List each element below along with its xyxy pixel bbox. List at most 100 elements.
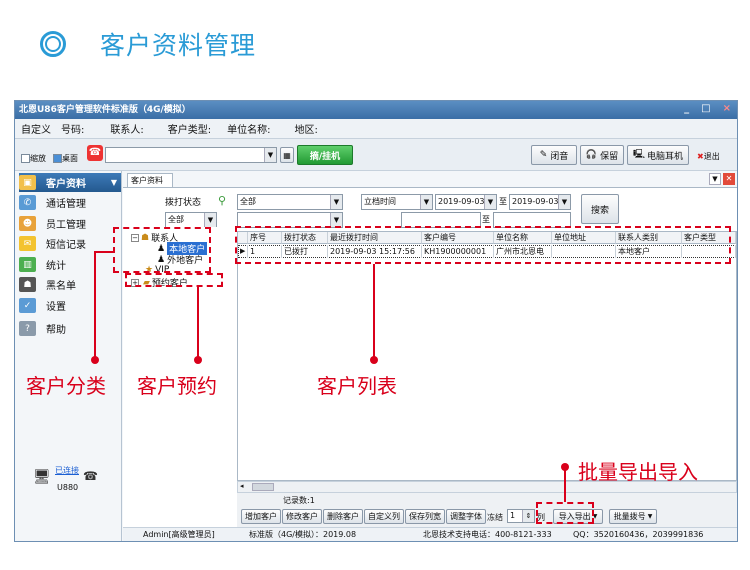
category-select[interactable]: 全部 ▼: [165, 212, 217, 228]
sidebar-item-help[interactable]: ? 帮助: [19, 319, 121, 338]
help-icon: ?: [19, 321, 36, 336]
pc-headset-button[interactable]: 🖳 电脑耳机: [627, 145, 689, 165]
keypad-button[interactable]: ▦: [280, 147, 294, 163]
window-title: 北恩U86客户管理软件标准版（4G/模拟）: [19, 105, 191, 115]
time-field-select[interactable]: 立档时间 ▼: [361, 194, 433, 210]
phone-icon: ☎: [83, 469, 98, 483]
calls-icon: ✆: [19, 195, 36, 210]
blacklist-icon: ☗: [19, 277, 36, 292]
chevron-down-icon: ▼: [712, 175, 718, 183]
staff-icon: ☻: [19, 216, 36, 231]
freeze-columns-stepper[interactable]: 1 ⇕: [507, 509, 535, 523]
to-label: 至: [499, 197, 507, 206]
toolbar: 缩放 桌面 ☎ ▼ ▦ 摘/挂机 ✎ 闭音 🎧 保留 🖳 电脑耳机 ✖退出: [15, 139, 737, 171]
search-button[interactable]: 搜索: [581, 194, 619, 224]
close-icon: ✖: [697, 152, 704, 161]
dial-status-select[interactable]: 全部 ▼: [237, 194, 343, 210]
number-input[interactable]: ▼: [105, 147, 277, 163]
device-model: U880: [57, 483, 79, 492]
close-button[interactable]: ×: [723, 103, 731, 114]
field-contact: 联系人:: [110, 125, 144, 136]
sidebar: ▣ 客户资料 ▼ ✆ 通话管理 ☻ 员工管理 ✉ 短信记录 ▥ 统计 ☗ 黑名单…: [15, 171, 122, 541]
page-title: 客户资料管理: [100, 31, 257, 60]
annotation-appointment: 客户预约: [137, 374, 217, 398]
desktop-toggle[interactable]: 桌面: [53, 153, 78, 164]
window-controls: _ □ ×: [684, 103, 731, 114]
chart-icon: ▥: [19, 257, 36, 272]
batch-highlight: [536, 502, 594, 524]
category-highlight: [113, 227, 211, 273]
tab-close-button[interactable]: ✕: [723, 173, 735, 185]
field-number: 号码:: [61, 125, 85, 136]
pointer-dot: [561, 463, 569, 471]
chevron-down-icon: ▼: [647, 513, 653, 520]
pointer-line: [564, 467, 566, 502]
zoom-toggle[interactable]: 缩放: [21, 153, 46, 164]
support-qq: QQ：3520160436，2039991836: [573, 530, 704, 539]
pointer-line: [94, 251, 96, 359]
minimize-button[interactable]: _: [684, 103, 689, 114]
page-heading: 客户资料管理: [40, 24, 256, 64]
sidebar-item-blacklist[interactable]: ☗ 黑名单: [19, 275, 121, 294]
current-user: Admin[高级管理员]: [143, 530, 215, 539]
list-highlight: [235, 226, 731, 264]
pointer-line: [373, 264, 375, 359]
checkbox-icon: [53, 154, 62, 163]
freeze-label: 冻结: [487, 513, 503, 522]
sidebar-item-stats[interactable]: ▥ 统计: [19, 255, 121, 274]
phone-icon: ☎: [87, 145, 103, 161]
close-icon: ✕: [725, 174, 733, 183]
sidebar-item-settings[interactable]: ✓ 设置: [19, 296, 121, 315]
sidebar-item-calls[interactable]: ✆ 通话管理: [19, 193, 121, 212]
info-field-row: 自定义 号码: 联系人: 客户类型: 单位名称: 地区:: [15, 119, 737, 139]
maximize-button[interactable]: □: [701, 103, 710, 114]
pointer-dot: [91, 356, 99, 364]
date-to-input[interactable]: 2019-09-03 ▼: [509, 194, 571, 210]
computer-icon: 🖥: [33, 469, 51, 485]
tab-dropdown-button[interactable]: ▼: [709, 173, 721, 185]
sidebar-item-customers[interactable]: ▣ 客户资料 ▼: [19, 173, 121, 192]
computer-icon: 🖳: [632, 150, 645, 160]
batch-dial-button[interactable]: 批量拨号 ▼: [609, 509, 657, 524]
annotation-batch: 批量导出导入: [578, 460, 698, 484]
adjust-font-button[interactable]: 调整字体: [446, 509, 486, 524]
chevron-down-icon: ▼: [110, 178, 117, 187]
status-bar: Admin[高级管理员] 标准版（4G/模拟）：2019.08 北恩技术支持电话…: [123, 527, 737, 541]
tab-customers[interactable]: 客户资料: [127, 173, 173, 188]
mute-button[interactable]: ✎ 闭音: [531, 145, 577, 165]
window-titlebar: 北恩U86客户管理软件标准版（4G/模拟）: [15, 101, 737, 119]
circle-icon: [40, 31, 66, 57]
annotation-list: 客户列表: [317, 374, 397, 398]
pointer-dot: [370, 356, 378, 364]
sidebar-item-staff[interactable]: ☻ 员工管理: [19, 214, 121, 233]
pointer-dot: [194, 356, 202, 364]
scroll-thumb[interactable]: [252, 483, 274, 491]
add-customer-button[interactable]: 增加客户: [241, 509, 281, 524]
edit-customer-button[interactable]: 修改客户: [282, 509, 322, 524]
action-bar: 记录数:1 增加客户 修改客户 删除客户 自定义列 保存列宽 调整字体 冻结 1…: [237, 493, 737, 527]
date-from-input[interactable]: 2019-09-03 ▼: [435, 194, 497, 210]
customers-icon: ▣: [19, 175, 36, 190]
dial-hangup-button[interactable]: 摘/挂机: [297, 145, 353, 165]
device-connected-label: 已连接: [55, 466, 79, 475]
version-info: 标准版（4G/模拟）：2019.08: [249, 530, 357, 539]
custom-columns-button[interactable]: 自定义列: [364, 509, 404, 524]
mute-icon: ✎: [539, 150, 548, 160]
customer-table: 序号 拨打状态 最近拨打时间 客户编号 单位名称 单位地址 联系人类别 客户类型…: [237, 231, 737, 481]
exit-button[interactable]: ✖退出: [697, 151, 720, 162]
keypad-icon: ▦: [283, 150, 291, 160]
record-count: 记录数:1: [283, 496, 315, 505]
headset-icon: 🎧: [585, 150, 598, 160]
pointer-line: [94, 251, 114, 253]
pointer-line: [197, 287, 199, 359]
checkbox-icon: [21, 154, 30, 163]
chevron-left-icon: ◂: [240, 482, 244, 490]
field-customer-type: 客户类型:: [167, 125, 212, 136]
annotation-category: 客户分类: [26, 374, 106, 398]
search-icon: ⚲: [218, 194, 227, 207]
field-company-name: 单位名称:: [227, 125, 271, 136]
delete-customer-button[interactable]: 删除客户: [323, 509, 363, 524]
to-label-2: 至: [482, 215, 490, 224]
hold-button[interactable]: 🎧 保留: [580, 145, 624, 165]
save-column-width-button[interactable]: 保存列宽: [405, 509, 445, 524]
